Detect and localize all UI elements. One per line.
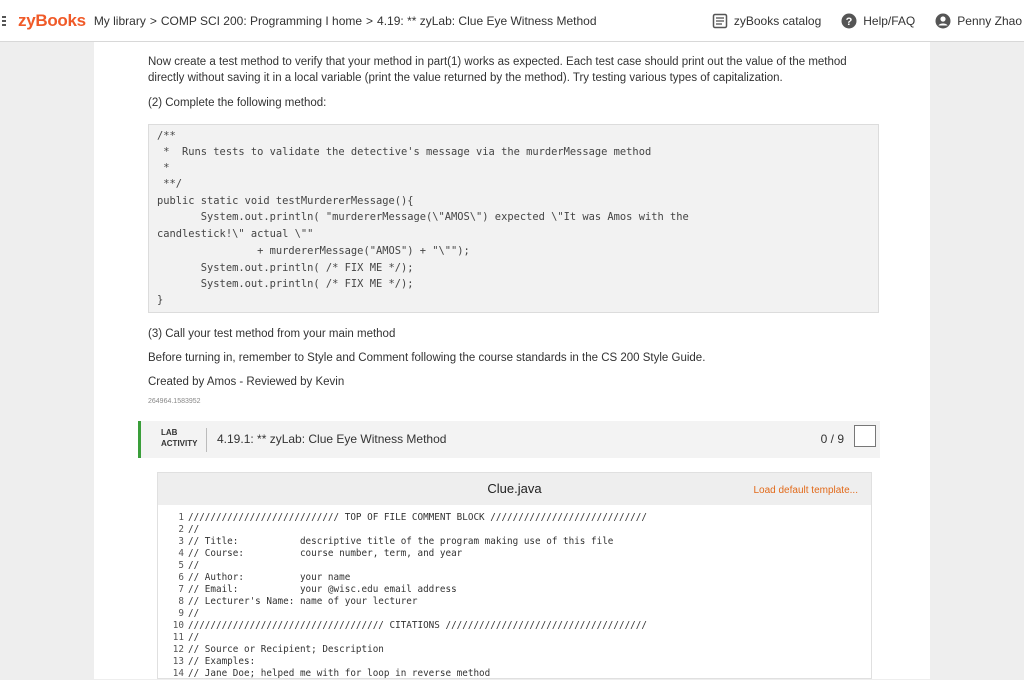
catalog-label: zyBooks catalog (733, 14, 822, 28)
breadcrumb-course-home[interactable]: COMP SCI 200: Programming I home (161, 14, 362, 28)
editor-line: 11// (172, 632, 200, 643)
code-line: candlestick!\" actual \"" (157, 228, 314, 240)
code-line: **/ (157, 178, 183, 190)
credits-text: Created by Amos - Reviewed by Kevin (148, 376, 345, 388)
lab-title: 4.19.1: ** zyLab: Clue Eye Witness Metho… (217, 432, 447, 446)
editor-line: 9// (178, 608, 200, 619)
editor-line: 14// Jane Doe; helped me with for loop i… (172, 668, 491, 679)
code-line: System.out.println( "murdererMessage(\"A… (157, 211, 689, 223)
catalog-icon (712, 13, 728, 29)
completion-checkbox (854, 425, 876, 447)
code-line: * Runs tests to validate the detective's… (157, 146, 652, 158)
help-icon: ? (841, 13, 857, 29)
editor-header: Clue.java Load default template... (158, 473, 871, 505)
editor-line: 8// Lecturer's Name: name of your lectur… (178, 596, 418, 607)
breadcrumb-separator: > (149, 13, 157, 28)
editor-line: 6// Author: your name (178, 572, 351, 583)
step-2-text: (2) Complete the following method: (148, 97, 327, 109)
menu-icon[interactable] (2, 15, 16, 26)
editor-line: 4// Course: course number, term, and yea… (178, 548, 463, 559)
lab-tag-line: LAB (161, 428, 178, 437)
editor-line: 1/////////////////////////// TOP OF FILE… (178, 512, 647, 523)
editor-line: 13// Examples: (172, 656, 256, 667)
editor-line: 12// Source or Recipient; Description (172, 644, 384, 655)
code-line: } (157, 294, 164, 306)
lab-activity-tag: LAB ACTIVITY (161, 427, 197, 449)
step-3-text: (3) Call your test method from your main… (148, 328, 396, 340)
code-line: + murdererMessage("AMOS") + "\""); (157, 245, 470, 257)
user-menu[interactable]: Penny Zhao (935, 13, 1022, 29)
code-line: * (157, 162, 170, 174)
editor-line: 5// (178, 560, 200, 571)
code-line: System.out.println( /* FIX ME */); (157, 278, 414, 290)
help-label: Help/FAQ (863, 14, 916, 28)
brand-logo[interactable]: zyBooks (18, 11, 86, 31)
content-id: 264964.1583952 (148, 398, 201, 405)
intro-paragraph: Now create a test method to verify that … (148, 56, 847, 84)
lab-score: 0 / 9 (820, 432, 844, 446)
code-line: public static void testMurdererMessage()… (157, 195, 414, 207)
svg-text:?: ? (846, 16, 853, 28)
user-name: Penny Zhao (957, 14, 1022, 28)
top-bar: zyBooks My library > COMP SCI 200: Program… (0, 0, 1024, 42)
style-note: Before turning in, remember to Style and… (148, 352, 706, 364)
top-right-nav: zyBooks catalog ? Help/FAQ Penny Zhao (692, 0, 1024, 42)
load-default-template-link[interactable]: Load default template... (753, 485, 858, 496)
catalog-link[interactable]: zyBooks catalog (712, 13, 821, 29)
user-avatar-icon (935, 13, 951, 29)
code-editor[interactable]: Clue.java Load default template... 1////… (157, 472, 872, 679)
code-line: System.out.println( /* FIX ME */); (157, 262, 414, 274)
breadcrumb: My library > COMP SCI 200: Programming I h… (94, 14, 597, 28)
divider (206, 428, 207, 452)
lab-activity-header: LAB ACTIVITY 4.19.1: ** zyLab: Clue Eye … (138, 421, 880, 458)
breadcrumb-section: 4.19: ** zyLab: Clue Eye Witness Method (377, 13, 597, 28)
lab-tag-line: ACTIVITY (161, 439, 198, 448)
editor-line: 10/////////////////////////////////// CI… (172, 620, 647, 631)
code-line: /** (157, 130, 176, 142)
editor-line: 2// (178, 524, 200, 535)
editor-line: 7// Email: your @wisc.edu email address (178, 584, 457, 595)
help-link[interactable]: ? Help/FAQ (841, 13, 915, 29)
breadcrumb-separator: > (366, 13, 374, 28)
breadcrumb-my-library[interactable]: My library (94, 14, 146, 28)
editor-line: 3// Title: descriptive title of the prog… (178, 536, 614, 547)
code-snippet: /** * Runs tests to validate the detecti… (148, 124, 879, 313)
